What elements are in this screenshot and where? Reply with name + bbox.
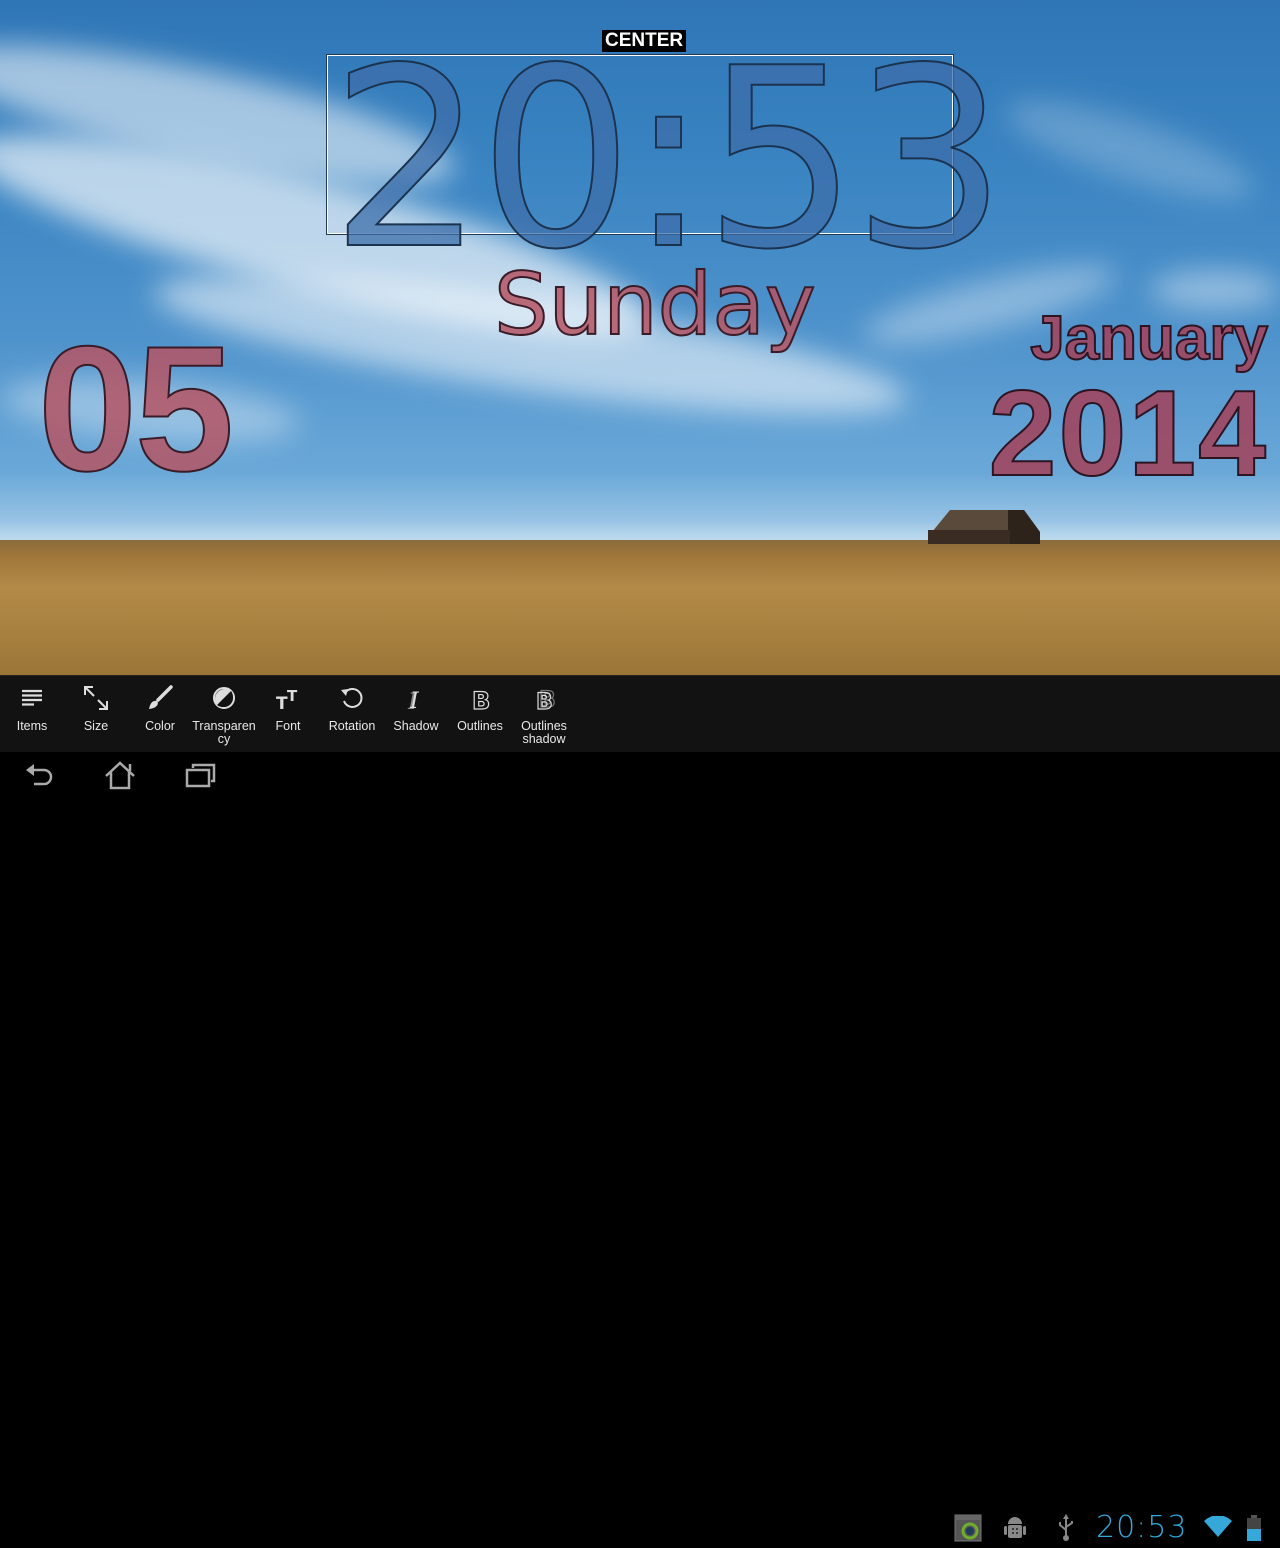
font-size-icon: TT [256,684,320,720]
brush-icon [128,684,192,720]
edit-toolbar: Items Size Color Transparen cy TT Font R… [0,675,1280,753]
toolbar-font-button[interactable]: TT Font [256,676,320,753]
status-bar-clock[interactable]: 20:53 [1096,1508,1187,1548]
recent-apps-icon [185,763,216,788]
toolbar-items-button[interactable]: Items [0,676,64,753]
app-sync-notification-icon[interactable] [954,1514,982,1542]
toolbar-color-button[interactable]: Color [128,676,192,753]
toolbar-size-button[interactable]: Size [64,676,128,753]
android-debug-icon [1004,1517,1026,1538]
contrast-icon [192,684,256,720]
bold-outline-shadow-icon: BB [512,684,576,720]
toolbar-label: Rotation [328,719,376,733]
svg-text:B: B [536,690,553,712]
toolbar-outlines-shadow-button[interactable]: BB Outlines shadow [512,676,576,753]
toolbar-label: Color [145,719,175,733]
grass-field [0,540,1280,675]
toolbar-label: Transparen cy [192,719,256,746]
resize-icon [64,684,128,720]
svg-text:B: B [472,687,490,712]
cloud [997,81,1263,219]
wifi-icon [1204,1516,1232,1537]
toolbar-rotation-button[interactable]: Rotation [320,676,384,753]
toolbar-label: Outlines [457,719,503,733]
wallpaper: CENTER 20:53 Sunday 05 January 2014 [0,0,1280,675]
rotate-icon [320,684,384,720]
toolbar-label: Outlines shadow [521,719,567,746]
home-icon [105,761,135,790]
back-icon [26,764,53,786]
back-button[interactable] [20,760,60,792]
toolbar-transparency-button[interactable]: Transparen cy [192,676,256,753]
barn [928,510,1040,544]
toolbar-label: Items [16,719,48,733]
clock-time-text[interactable]: 20:53 [329,35,1008,285]
usb-icon [1059,1514,1073,1541]
day-of-week-text[interactable]: Sunday [493,261,817,349]
italic-shadow-icon: II [384,684,448,720]
bold-outline-icon: B [448,684,512,720]
day-of-month-text[interactable]: 05 [37,319,235,499]
month-text[interactable]: January [1029,307,1269,371]
toolbar-label: Font [275,719,301,733]
home-button[interactable] [100,760,140,792]
svg-text:I: I [409,689,420,712]
year-text[interactable]: 2014 [988,371,1268,495]
system-navigation-bar: 20:53 [0,752,1280,1545]
svg-text:T: T [287,687,298,705]
list-icon [0,684,64,720]
battery-icon [1247,1515,1261,1541]
toolbar-outlines-button[interactable]: B Outlines [448,676,512,753]
toolbar-label: Size [83,719,109,733]
toolbar-shadow-button[interactable]: II Shadow [384,676,448,753]
recent-apps-button[interactable] [180,760,220,792]
toolbar-label: Shadow [393,719,439,733]
